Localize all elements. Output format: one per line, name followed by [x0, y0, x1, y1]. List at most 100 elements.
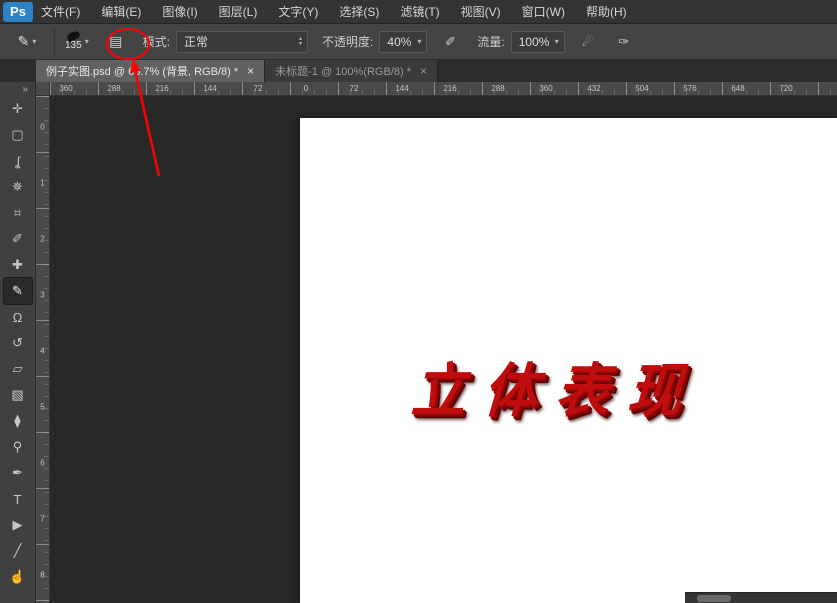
hruler-number: 72	[350, 84, 359, 93]
spot-healing-tool[interactable]: ✚	[4, 252, 32, 278]
tab-close-button[interactable]: ×	[420, 64, 427, 78]
vruler-number: 0	[36, 123, 49, 132]
chevron-down-icon: ▾	[85, 37, 89, 46]
horizontal-ruler[interactable]: 3602882161447207214421628836043250457664…	[50, 82, 837, 96]
pen-tool[interactable]: ✒	[4, 460, 32, 486]
eyedropper-tool[interactable]: ✐	[4, 226, 32, 252]
hruler-number: 648	[731, 84, 744, 93]
flow-select[interactable]: 100% ▾	[511, 31, 565, 53]
lasso-tool[interactable]: ʆ	[4, 148, 32, 174]
tabs: 例子实图.psd @ 66.7% (背景, RGB/8) *×未标题-1 @ 1…	[36, 60, 837, 82]
vruler-number: 7	[36, 515, 49, 524]
scrollbar-thumb[interactable]	[697, 595, 731, 602]
document-tab-doc1[interactable]: 例子实图.psd @ 66.7% (背景, RGB/8) * ×	[36, 60, 265, 82]
blend-mode-value: 正常	[184, 33, 208, 50]
vruler-number: 3	[36, 291, 49, 300]
opacity-select[interactable]: 40% ▾	[379, 31, 427, 53]
history-brush-tool[interactable]: ↺	[4, 330, 32, 356]
menu-item-edit[interactable]: 编辑(E)	[101, 3, 141, 20]
menu-item-layer[interactable]: 图层(L)	[219, 3, 258, 20]
chevron-down-icon: ▾	[32, 37, 36, 46]
hruler-number: 360	[539, 84, 552, 93]
document-tab-bar: 例子实图.psd @ 66.7% (背景, RGB/8) *×未标题-1 @ 1…	[0, 60, 837, 82]
canvas-art-text: 立体表现	[409, 343, 703, 428]
menu-item-type[interactable]: 文字(Y)	[278, 3, 318, 20]
hruler-number: 288	[491, 84, 504, 93]
crop-tool[interactable]: ⌗	[4, 200, 32, 226]
opacity-label: 不透明度:	[322, 33, 373, 50]
vruler-number: 1	[36, 179, 49, 188]
clone-stamp-tool[interactable]: Ω	[4, 304, 32, 330]
gradient-tool[interactable]: ▧	[4, 382, 32, 408]
eraser-tool[interactable]: ▱	[4, 356, 32, 382]
separator	[54, 28, 55, 56]
path-selection-tool[interactable]: ▶	[4, 512, 32, 538]
brush-size-value: 135	[65, 41, 82, 51]
document-canvas[interactable]: 立体表现	[300, 118, 837, 603]
ruler-corner	[36, 82, 50, 96]
tool-list: ✛▢ʆ✵⌗✐✚✎Ω↺▱▧⧫⚲✒T▶╱☝	[4, 96, 32, 590]
brush-size-picker[interactable]: 135 ▾	[61, 31, 93, 52]
menu-item-window[interactable]: 窗口(W)	[522, 3, 565, 20]
menu-bar: Ps 文件(F) 编辑(E) 图像(I) 图层(L) 文字(Y) 选择(S) 滤镜(T) 视图…	[0, 0, 837, 24]
vruler-number: 4	[36, 347, 49, 356]
blur-tool[interactable]: ⧫	[4, 408, 32, 434]
rect-marquee-tool[interactable]: ▢	[4, 122, 32, 148]
hruler-number: 72	[254, 84, 263, 93]
pressure-size-icon: ✑	[618, 34, 629, 50]
type-tool-tool[interactable]: T	[4, 486, 32, 512]
hand-tool[interactable]: ☝	[4, 564, 32, 590]
hruler-number: 504	[635, 84, 648, 93]
menu-item-image[interactable]: 图像(I)	[162, 3, 197, 20]
brush-panel-icon: ▤	[109, 33, 122, 50]
dodge-tool[interactable]: ⚲	[4, 434, 32, 460]
blend-mode-select[interactable]: 正常 ▴▾	[176, 31, 308, 53]
tab-title: 例子实图.psd @ 66.7% (背景, RGB/8) *	[46, 63, 238, 79]
document-tab-doc2[interactable]: 未标题-1 @ 100%(RGB/8) *×	[265, 60, 438, 82]
hruler-number: 360	[59, 84, 72, 93]
collapse-panel-button[interactable]: »	[22, 82, 35, 96]
menu-items: 文件(F) 编辑(E) 图像(I) 图层(L) 文字(Y) 选择(S) 滤镜(T) 视图(V)…	[41, 3, 627, 20]
menu-item-view[interactable]: 视图(V)	[461, 3, 501, 20]
photoshop-logo-icon: Ps	[3, 2, 33, 22]
photoshop-window: Ps 文件(F) 编辑(E) 图像(I) 图层(L) 文字(Y) 选择(S) 滤镜(T) 视图…	[0, 0, 837, 603]
brush-tool-icon: ✎	[18, 33, 30, 50]
hruler-number: 144	[395, 84, 408, 93]
line-shape-tool[interactable]: ╱	[4, 538, 32, 564]
vruler-number: 5	[36, 403, 49, 412]
tools-panel: » ✛▢ʆ✵⌗✐✚✎Ω↺▱▧⧫⚲✒T▶╱☝	[0, 82, 36, 603]
mode-label: 模式:	[143, 33, 170, 50]
menu-item-help[interactable]: 帮助(H)	[586, 3, 627, 20]
hruler-number: 216	[155, 84, 168, 93]
brush-panel-toggle-button[interactable]: ▤	[103, 29, 129, 55]
menu-item-filter[interactable]: 滤镜(T)	[400, 3, 439, 20]
pressure-opacity-button[interactable]: ✐	[437, 30, 463, 54]
hruler-number: 720	[779, 84, 792, 93]
pressure-size-button[interactable]: ✑	[611, 30, 637, 54]
brush-tool[interactable]: ✎	[4, 278, 32, 304]
flow-value: 100%	[519, 35, 550, 49]
hruler-number: 144	[203, 84, 216, 93]
airbrush-toggle-button[interactable]: ☄	[575, 30, 601, 54]
quick-selection-tool[interactable]: ✵	[4, 174, 32, 200]
tool-preset-dropdown[interactable]: ✎ ▾	[6, 29, 48, 55]
hruler-number: 576	[683, 84, 696, 93]
options-bar: ✎ ▾ 135 ▾ ▤ 模式: 正常 ▴▾ 不透明度: 40% ▾ ✐ 流量:	[0, 24, 837, 60]
hruler-number: 0	[304, 84, 308, 93]
menu-item-file[interactable]: 文件(F)	[41, 3, 80, 20]
move-tool[interactable]: ✛	[4, 96, 32, 122]
airbrush-icon: ☄	[582, 34, 594, 50]
tab-close-button[interactable]: ×	[247, 64, 254, 78]
chevron-down-icon: ▾	[417, 37, 421, 46]
vertical-ruler[interactable]: 012345678	[36, 96, 50, 603]
workspace: » ✛▢ʆ✵⌗✐✚✎Ω↺▱▧⧫⚲✒T▶╱☝ 360288216144720721…	[0, 82, 837, 603]
vruler-number: 6	[36, 459, 49, 468]
chevron-down-icon: ▾	[555, 37, 559, 46]
flow-label: 流量:	[477, 33, 504, 50]
vruler-number: 2	[36, 235, 49, 244]
spinner-icon: ▴▾	[299, 37, 302, 47]
opacity-value: 40%	[387, 35, 411, 49]
menu-item-select[interactable]: 选择(S)	[339, 3, 379, 20]
canvas-area[interactable]: 立体表现	[50, 96, 837, 603]
horizontal-scrollbar[interactable]	[685, 592, 837, 603]
